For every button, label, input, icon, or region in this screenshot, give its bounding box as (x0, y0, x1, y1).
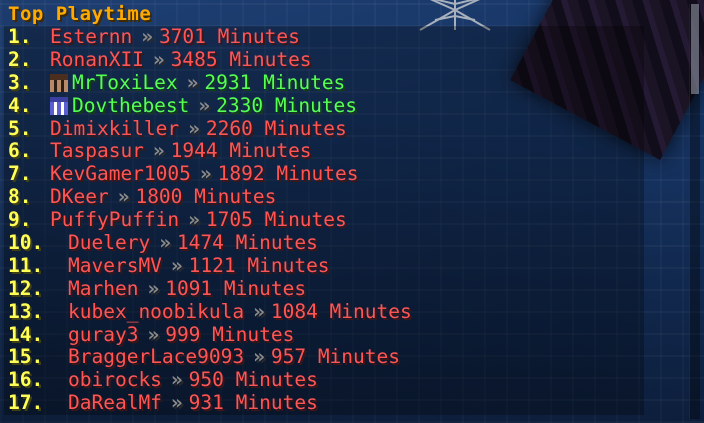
separator-icon: » (170, 368, 183, 392)
separator-icon: » (152, 139, 165, 163)
playtime-value: 950 Minutes (188, 368, 318, 392)
rank-number: 17. (8, 391, 44, 415)
separator-icon: » (199, 162, 212, 186)
playtime-value: 1084 Minutes (270, 299, 412, 323)
rank-number: 3. (8, 70, 32, 94)
separator-icon: » (253, 299, 265, 323)
player-name: Marhen (68, 276, 139, 300)
scrollbar-thumb[interactable] (691, 4, 699, 94)
playtime-value: 1705 Minutes (205, 208, 347, 232)
player-name: Esternn (50, 25, 133, 48)
leaderboard-row: 11. MaversMV » 1121 Minutes (4, 253, 644, 278)
rank-number: 13. (8, 299, 44, 323)
player-name: guray3 (68, 322, 139, 346)
rank-number: 16. (8, 368, 44, 392)
rank-number: 2. (8, 47, 32, 71)
rank-number: 14. (8, 322, 44, 346)
rank-number: 6. (8, 139, 32, 163)
leaderboard-row: 7. KevGamer1005 » 1892 Minutes (4, 162, 644, 187)
player-name: RonanXII (50, 47, 144, 71)
separator-icon: » (141, 25, 153, 48)
player-head-icon (50, 97, 68, 116)
player-name: KevGamer1005 (50, 162, 191, 186)
separator-icon: » (198, 93, 210, 117)
separator-icon: » (147, 322, 159, 346)
playtime-value: 3701 Minutes (158, 25, 300, 48)
separator-icon: » (188, 116, 200, 140)
player-name: Duelery (68, 231, 151, 255)
leaderboard-row: 2. RonanXII » 3485 Minutes (4, 47, 644, 72)
leaderboard-row: 12. Marhen » 1091 Minutes (4, 276, 644, 301)
playtime-value: 2931 Minutes (204, 70, 346, 94)
separator-icon: » (147, 276, 159, 300)
leaderboard-row: 1. Esternn » 3701 Minutes (4, 25, 644, 49)
player-name: Dovthebest (72, 93, 190, 117)
rank-number: 1. (8, 25, 32, 48)
playtime-value: 931 Minutes (188, 391, 318, 415)
playtime-value: 1944 Minutes (170, 139, 312, 163)
rank-number: 9. (8, 208, 32, 232)
leaderboard-row: 15. BraggerLace9093 » 957 Minutes (4, 345, 644, 370)
playtime-value: 3485 Minutes (170, 47, 312, 71)
leaderboard-row: 4. Dovthebest » 2330 Minutes (4, 93, 644, 118)
playtime-value: 1892 Minutes (217, 162, 359, 186)
playtime-value: 1091 Minutes (165, 276, 307, 300)
leaderboard-title: Top Playtime (8, 3, 152, 25)
leaderboard-rows: 1. Esternn» 3701 Minutes 2. RonanXII» 3485 Mi… (4, 25, 644, 416)
rank-number: 11. (8, 253, 44, 277)
playtime-value: 1800 Minutes (135, 185, 277, 209)
leaderboard-row: 14. guray3 » 999 Minutes (4, 322, 644, 347)
leaderboard-row: 16. obirocks » 950 Minutes (4, 368, 644, 393)
separator-icon: » (152, 47, 165, 71)
separator-icon: » (170, 253, 183, 277)
player-name: MaversMV (68, 253, 162, 277)
player-name: MrToxiLex (72, 70, 178, 94)
player-name: Dimixkiller (50, 116, 180, 140)
player-name: DaRealMf (68, 391, 162, 415)
rank-number: 12. (8, 276, 44, 300)
player-name: PuffyPuffin (50, 208, 180, 232)
player-name: kubex_noobikula (68, 299, 245, 323)
player-name: DKeer (50, 185, 109, 209)
player-name: Taspasur (50, 139, 144, 163)
rank-number: 4. (8, 93, 32, 117)
playtime-leaderboard: Top Playtime 1. Esternn» 3701 Minutes 2. Ron… (4, 2, 644, 416)
separator-icon: » (170, 391, 183, 415)
rank-number: 10. (8, 231, 44, 255)
rank-number: 7. (8, 162, 32, 186)
separator-icon: » (186, 70, 199, 94)
separator-icon: » (159, 231, 171, 255)
leaderboard-row: 9. PuffyPuffin » 1705 Minutes (4, 208, 644, 233)
playtime-value: 2330 Minutes (216, 93, 358, 117)
player-head-icon (50, 74, 68, 93)
rank-number: 5. (8, 116, 32, 140)
playtime-value: 957 Minutes (270, 345, 400, 369)
player-name: BraggerLace9093 (68, 345, 245, 369)
leaderboard-row: 13. kubex_noobikula » 1084 Minutes (4, 299, 644, 324)
rank-number: 8. (8, 185, 32, 209)
leaderboard-row: 10. Duelery » 1474 Minutes (4, 231, 644, 255)
separator-icon: » (253, 345, 265, 369)
separator-icon: » (188, 208, 200, 232)
leaderboard-row: 17. DaRealMf » 931 Minutes (4, 391, 644, 416)
rank-number: 15. (8, 345, 44, 369)
player-name: obirocks (68, 368, 162, 392)
leaderboard-row: 8. DKeer » 1800 Minutes (4, 185, 644, 210)
playtime-value: 1474 Minutes (176, 231, 318, 255)
leaderboard-row: 3. MrToxiLex » 2931 Minutes (4, 70, 644, 95)
playtime-value: 999 Minutes (165, 322, 295, 346)
leaderboard-row: 6. Taspasur » 1944 Minutes (4, 139, 644, 164)
separator-icon: » (117, 185, 130, 209)
playtime-value: 1121 Minutes (188, 253, 330, 277)
leaderboard-row: 5. Dimixkiller » 2260 Minutes (4, 116, 644, 141)
playtime-value: 2260 Minutes (205, 116, 347, 140)
